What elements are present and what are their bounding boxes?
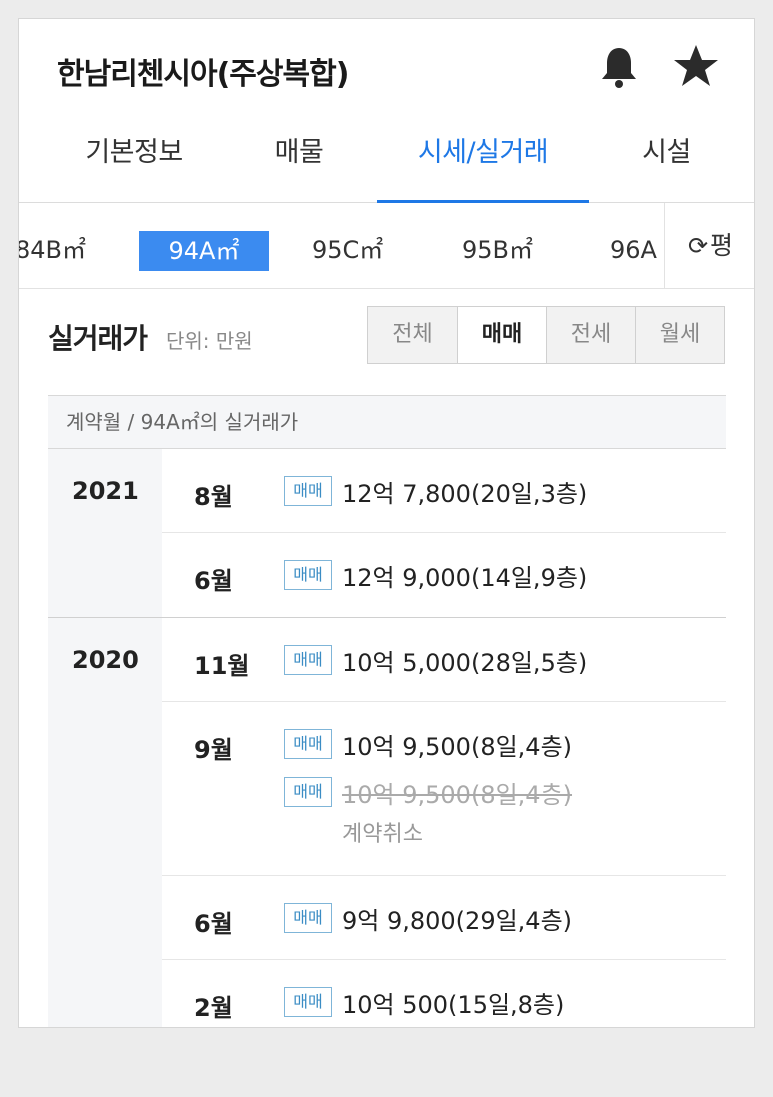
complex-detail-card: 한남리첸시아(주상복합) 기본정보 매물 시세/실거래 시설 84B㎡ 94A㎡… xyxy=(18,18,755,1028)
cancelled-deal-entry: 매매 10억 9,500(8일,4층) xyxy=(284,776,573,809)
filter-monthly-rent[interactable]: 월세 xyxy=(635,307,724,363)
size-option-95c[interactable]: 95C㎡ xyxy=(312,229,383,269)
refresh-icon: ⟳ xyxy=(687,232,709,260)
filter-jeonse[interactable]: 전세 xyxy=(546,307,635,363)
year-cell: 2021 xyxy=(48,449,162,617)
table-row: 8월 매매 12억 7,800(20일,3층) xyxy=(162,449,726,533)
year-group: 2020 11월 매매 10억 5,000(28일,5층) 9월 매매 10억 … xyxy=(48,618,726,1027)
deal-price: 10억 9,500(8일,4층) xyxy=(342,732,573,761)
size-selector: 84B㎡ 94A㎡ 95C㎡ 95B㎡ 96A ⟳평 xyxy=(19,203,754,289)
table-row: 9월 매매 10억 9,500(8일,4층) 매매 10억 9,500(8일,4… xyxy=(162,702,726,876)
star-icon[interactable] xyxy=(673,43,719,89)
unit-toggle-button[interactable]: ⟳평 xyxy=(664,203,754,288)
header: 한남리첸시아(주상복합) xyxy=(19,19,754,119)
deal-type-tag: 매매 xyxy=(284,476,332,506)
cancelled-deal-price: 10억 9,500(8일,4층) xyxy=(342,780,573,809)
deal-entry: 매매 12억 9,000(14일,9층) xyxy=(284,559,588,592)
deal-type-tag: 매매 xyxy=(284,729,332,759)
transaction-section-header: 실거래가 단위: 만원 전체 매매 전세 월세 xyxy=(19,289,754,399)
month-label: 2월 xyxy=(194,994,233,1022)
deal-type-tag: 매매 xyxy=(284,645,332,675)
section-title: 실거래가 xyxy=(48,322,148,355)
size-option-95b[interactable]: 95B㎡ xyxy=(462,229,533,269)
deal-type-tag: 매매 xyxy=(284,903,332,933)
month-label: 8월 xyxy=(194,483,233,511)
table-row: 6월 매매 9억 9,800(29일,4층) xyxy=(162,876,726,960)
deal-price: 10억 5,000(28일,5층) xyxy=(342,648,588,677)
month-label: 6월 xyxy=(194,567,233,595)
deal-entry: 매매 10억 5,000(28일,5층) xyxy=(284,644,588,677)
deal-entry: 매매 9억 9,800(29일,4층) xyxy=(284,902,573,935)
tab-price-transactions[interactable]: 시세/실거래 xyxy=(377,133,589,201)
bell-icon[interactable] xyxy=(599,45,639,89)
deal-price: 9억 9,800(29일,4층) xyxy=(342,906,573,935)
deal-entry: 매매 10억 9,500(8일,4층) xyxy=(284,728,573,761)
size-option-84b[interactable]: 84B㎡ xyxy=(19,229,86,269)
month-label: 6월 xyxy=(194,910,233,938)
tab-listings[interactable]: 매물 xyxy=(244,133,354,201)
table-row: 6월 매매 12억 9,000(14일,9층) xyxy=(162,533,726,617)
deal-type-tag: 매매 xyxy=(284,777,332,807)
table-header: 계약월 / 94A㎡의 실거래가 xyxy=(48,395,726,449)
tab-facilities[interactable]: 시설 xyxy=(609,133,724,201)
size-option-96a[interactable]: 96A xyxy=(610,229,657,269)
year-group: 2021 8월 매매 12억 7,800(20일,3층) 6월 매매 12억 9… xyxy=(48,449,726,617)
deal-price: 12억 7,800(20일,3층) xyxy=(342,479,588,508)
section-unit: 단위: 만원 xyxy=(166,329,253,353)
month-label: 11월 xyxy=(194,652,250,680)
month-label: 9월 xyxy=(194,736,233,764)
deal-entry: 매매 10억 500(15일,8층) xyxy=(284,986,565,1019)
unit-toggle-label: 평 xyxy=(710,231,734,260)
filter-all[interactable]: 전체 xyxy=(368,307,457,363)
cancel-note: 계약취소 xyxy=(342,822,423,847)
tab-basic-info[interactable]: 기본정보 xyxy=(59,133,209,201)
deal-entry: 매매 12억 7,800(20일,3층) xyxy=(284,475,588,508)
deal-type-tag: 매매 xyxy=(284,560,332,590)
year-cell: 2020 xyxy=(48,618,162,1027)
deal-price: 10억 500(15일,8층) xyxy=(342,990,565,1019)
deal-type-tag: 매매 xyxy=(284,987,332,1017)
page-title: 한남리첸시아(주상복합) xyxy=(57,57,349,92)
table-row: 2월 매매 10억 500(15일,8층) xyxy=(162,960,726,1027)
deal-price: 12억 9,000(14일,9층) xyxy=(342,563,588,592)
deal-type-filter: 전체 매매 전세 월세 xyxy=(367,306,725,364)
table-row: 11월 매매 10억 5,000(28일,5층) xyxy=(162,618,726,702)
filter-sale[interactable]: 매매 xyxy=(457,307,546,363)
year-label: 2021 xyxy=(72,477,139,505)
year-label: 2020 xyxy=(72,646,139,674)
tab-bar: 기본정보 매물 시세/실거래 시설 xyxy=(19,119,754,203)
size-option-94a[interactable]: 94A㎡ xyxy=(139,231,269,271)
